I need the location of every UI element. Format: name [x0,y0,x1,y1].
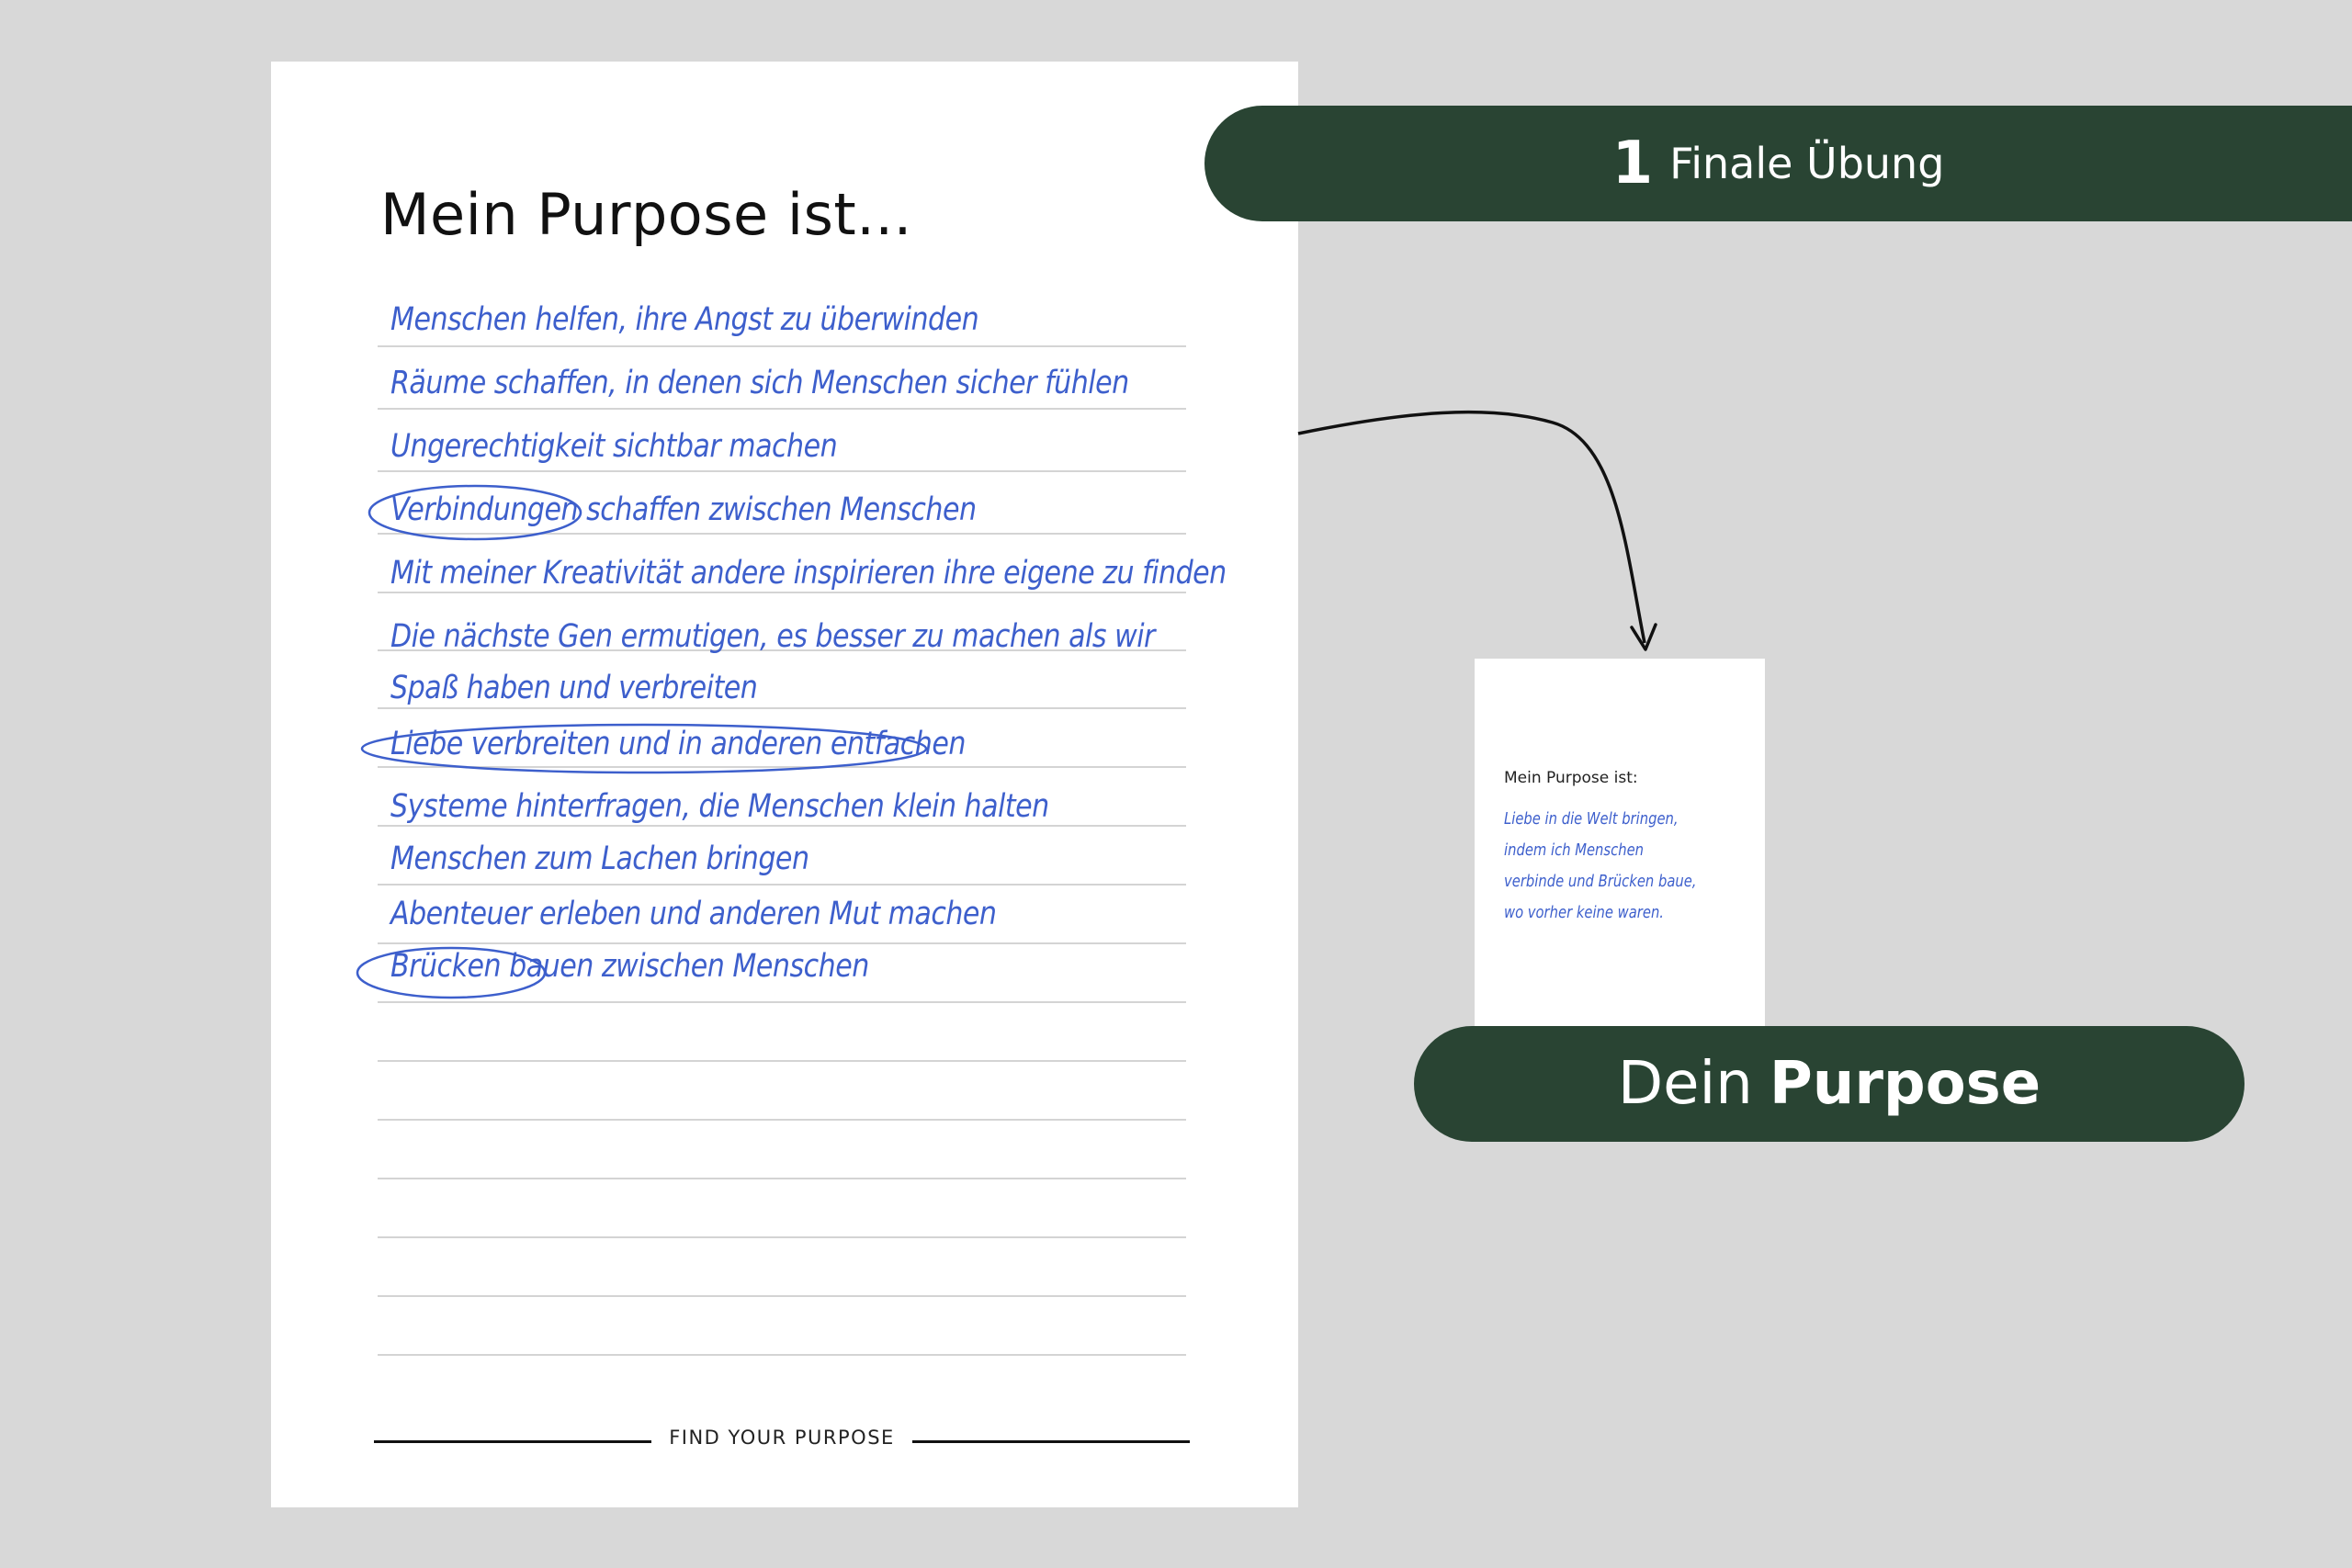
ruled-line [378,1001,1186,1003]
pill-prefix: Dein [1617,1050,1753,1118]
result-card: Mein Purpose ist: Liebe in die Welt brin… [1475,659,1765,1026]
exercise-number: 1 [1611,130,1654,197]
result-line: Liebe in die Welt bringen, [1504,809,1679,829]
worksheet-page: Mein Purpose ist... Menschen helfen, ihr… [271,62,1298,1507]
dein-purpose-pill: Dein Purpose [1414,1026,2245,1142]
ruled-line [378,707,1186,709]
ruled-line [378,1295,1186,1297]
ruled-line [378,1178,1186,1179]
arrow-curve [1297,410,1646,644]
page-footer: FIND YOUR PURPOSE [374,1421,1190,1461]
purpose-entry: Spaß haben und verbreiten [390,670,758,706]
ruled-line [378,1119,1186,1121]
ruled-line [378,533,1186,535]
ruled-line [378,592,1186,593]
ruled-line [378,1236,1186,1238]
purpose-entry: Die nächste Gen ermutigen, es besser zu … [390,618,1155,655]
purpose-entry: Räume schaffen, in denen sich Menschen s… [390,365,1129,401]
pill-bold-word: Purpose [1769,1050,2041,1118]
purpose-entry: Verbindungen schaffen zwischen Menschen [390,491,977,528]
ruled-line [378,1354,1186,1356]
exercise-label: Finale Übung [1669,139,1945,188]
exercise-pill: 1 Finale Übung [1204,106,2352,221]
footer-text: FIND YOUR PURPOSE [669,1427,895,1449]
result-line: indem ich Menschen [1504,840,1645,860]
result-card-text: Liebe in die Welt bringen, indem ich Men… [1504,804,1723,929]
footer-rule [912,1440,1190,1443]
ruled-line [378,825,1186,827]
lined-area: Menschen helfen, ihre Angst zu überwinde… [271,62,1298,1507]
purpose-entry: Mit meiner Kreativität andere inspiriere… [390,555,1227,592]
result-card-title: Mein Purpose ist: [1504,769,1638,787]
purpose-entry: Ungerechtigkeit sichtbar machen [390,428,838,465]
result-line: wo vorher keine waren. [1504,903,1664,922]
purpose-entry: Menschen zum Lachen bringen [390,840,809,877]
result-line: verbinde und Brücken baue, [1504,872,1697,891]
ruled-line [378,942,1186,944]
ruled-line [378,884,1186,886]
purpose-entry: Abenteuer erleben und anderen Mut machen [390,896,997,932]
purpose-entry: Liebe verbreiten und in anderen entfache… [390,726,966,762]
ruled-line [378,1060,1186,1062]
purpose-entry: Brücken bauen zwischen Menschen [390,948,869,985]
purpose-entry: Menschen helfen, ihre Angst zu überwinde… [390,301,979,338]
ruled-line [378,408,1186,410]
arrow-head-icon [1630,623,1657,651]
ruled-line [378,766,1186,768]
purpose-entry: Systeme hinterfragen, die Menschen klein… [390,788,1049,825]
ruled-line [378,470,1186,472]
ruled-line [378,345,1186,347]
